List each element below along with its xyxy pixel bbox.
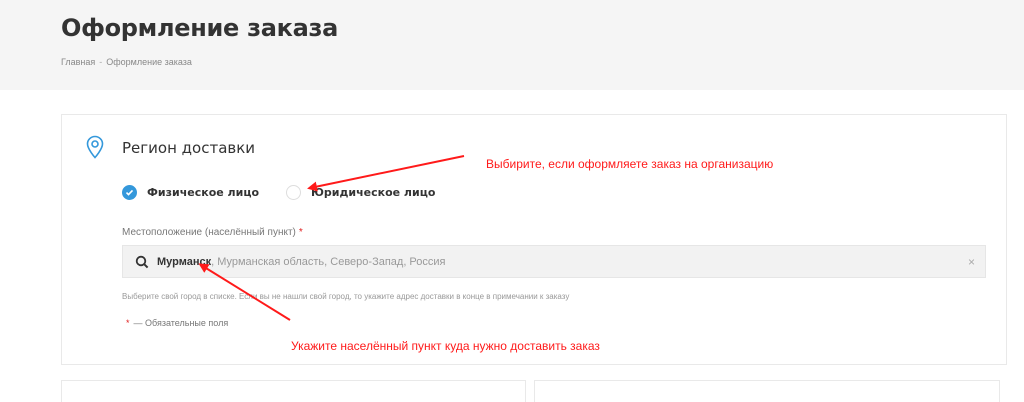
required-star: * [126,318,130,328]
section-title: Регион доставки [122,139,256,157]
breadcrumb-home-link[interactable]: Главная [61,57,95,67]
annotation-organization: Выбирите, если оформляете заказ на орган… [486,157,774,171]
clear-icon[interactable]: × [968,255,975,269]
location-label-text: Местоположение (населённый пункт) [122,227,296,238]
person-type-individual[interactable]: Физическое лицо [122,185,259,200]
required-fields-note: * — Обязательные поля [126,318,228,328]
bottom-card-right [534,380,1000,402]
required-star: * [298,227,303,238]
page-header: Оформление заказа Главная - Оформление зак… [0,0,1024,90]
breadcrumb-current: Оформление заказа [106,57,192,67]
breadcrumb: Главная - Оформление заказа [61,57,192,67]
required-note-text: — Обязательные поля [133,318,229,328]
bottom-card-left [61,380,526,402]
annotation-city: Укажите населённый пункт куда нужно дост… [291,339,600,353]
location-region-value: , Мурманская область, Северо-Запад, Росс… [211,255,446,268]
person-type-label: Физическое лицо [147,186,260,199]
search-icon [135,255,149,268]
map-pin-icon [86,135,104,159]
radio-unchecked-icon[interactable] [286,185,301,200]
location-city-value: Мурманск [157,255,212,268]
location-input[interactable]: Мурманск, Мурманская область, Северо-Зап… [122,245,986,278]
location-field-label: Местоположение (населённый пункт) * [122,227,303,238]
delivery-region-card: Регион доставки Физическое лицо Юридичес… [61,114,1007,365]
radio-checked-icon[interactable] [122,185,137,200]
page-title: Оформление заказа [61,14,339,42]
person-type-legal[interactable]: Юридическое лицо [286,185,435,200]
location-hint: Выберите свой город в списке. Если вы не… [122,292,570,301]
breadcrumb-separator: - [99,57,103,67]
person-type-label: Юридическое лицо [311,186,436,199]
